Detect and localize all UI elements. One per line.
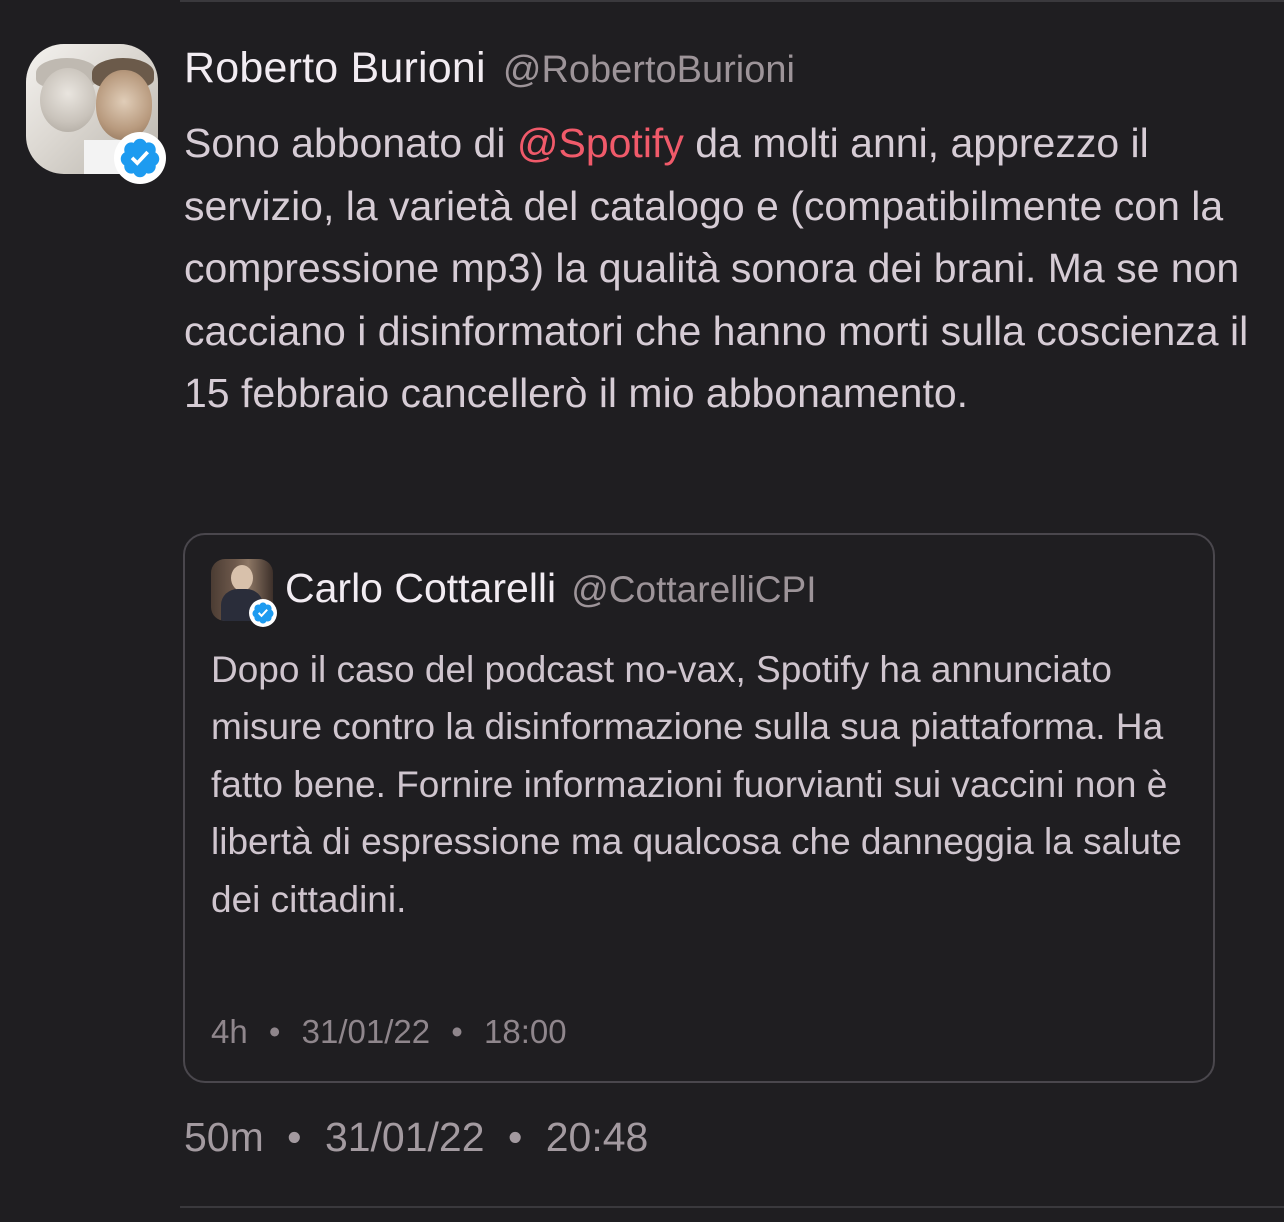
quoted-tweet-card[interactable]: Carlo Cottarelli @CottarelliCPI Dopo il … (183, 533, 1215, 1083)
separator-dot: • (451, 1013, 463, 1050)
tweet-text-start: Sono abbonato di (184, 120, 517, 166)
tweet-header: Roberto Burioni @RobertoBurioni (184, 44, 795, 93)
verified-badge-icon (249, 599, 277, 627)
separator-dot: • (507, 1114, 523, 1160)
tweet-text: Sono abbonato di @Spotify da molti anni,… (184, 112, 1274, 425)
quoted-tweet-header: Carlo Cottarelli @CottarelliCPI (285, 565, 816, 612)
quoted-author-handle[interactable]: @CottarelliCPI (571, 569, 816, 610)
tweet-time: 20:48 (545, 1114, 649, 1160)
quoted-date: 31/01/22 (301, 1013, 431, 1050)
top-divider (180, 0, 1284, 2)
quoted-author-name[interactable]: Carlo Cottarelli (285, 565, 556, 611)
tweet-age: 50m (184, 1114, 264, 1160)
author-handle[interactable]: @RobertoBurioni (503, 49, 795, 91)
bottom-divider (180, 1206, 1284, 1208)
tweet-date: 31/01/22 (324, 1114, 485, 1160)
quoted-age: 4h (211, 1013, 248, 1050)
separator-dot: • (268, 1013, 281, 1050)
verified-badge-icon (114, 132, 166, 184)
author-name[interactable]: Roberto Burioni (184, 44, 486, 92)
quoted-time: 18:00 (484, 1013, 567, 1050)
separator-dot: • (287, 1114, 302, 1160)
tweet-timestamp[interactable]: 50m • 31/01/22 • 20:48 (184, 1114, 648, 1161)
mention-link[interactable]: @Spotify (517, 120, 684, 166)
quoted-tweet-text: Dopo il caso del podcast no-vax, Spotify… (211, 649, 1182, 920)
quoted-tweet-timestamp[interactable]: 4h • 31/01/22 • 18:00 (211, 1013, 567, 1051)
